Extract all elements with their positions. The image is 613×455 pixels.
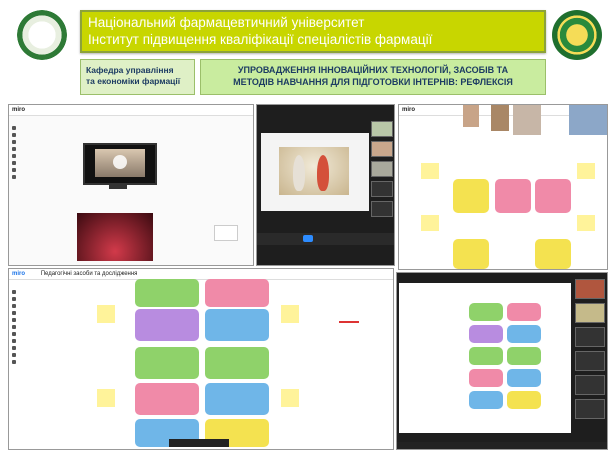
card-blue[interactable]	[205, 309, 269, 341]
topic-line-2: МЕТОДІВ НАВЧАННЯ ДЛЯ ПІДГОТОВКИ ІНТЕРНІВ…	[233, 77, 513, 87]
miro-left-toolbar-3	[11, 287, 17, 367]
card-green[interactable]	[135, 347, 199, 379]
department-line-2: та економіки фармації	[86, 76, 181, 86]
participant-tile[interactable]	[371, 201, 393, 217]
participant-tile[interactable]	[575, 303, 605, 323]
card-purple[interactable]	[135, 309, 199, 341]
shared-miro-board	[399, 283, 571, 433]
stage-image	[77, 213, 153, 261]
topic-box: УПРОВАДЖЕННЯ ІННОВАЦІЙНИХ ТЕХНОЛОГІЙ, ЗА…	[200, 59, 546, 95]
participant-tile[interactable]	[371, 141, 393, 157]
zoom-controls-bar	[257, 233, 394, 245]
participant-tile[interactable]	[575, 351, 605, 371]
screenshot-zoom-call	[256, 104, 395, 266]
screenshot-miro-video: miro	[8, 104, 254, 266]
participant-tile[interactable]	[575, 279, 605, 299]
card-yellow[interactable]	[453, 179, 489, 213]
minimap	[214, 225, 238, 241]
card-yellow[interactable]	[453, 239, 489, 269]
institute-logo-right	[552, 10, 602, 60]
participant-tile[interactable]	[575, 327, 605, 347]
participant-tile[interactable]	[575, 399, 605, 419]
university-logo-left	[17, 10, 67, 60]
card-yellow[interactable]	[535, 239, 571, 269]
participant-tile[interactable]	[371, 181, 393, 197]
board-title[interactable]: Педагогічні засоби та дослідження	[41, 271, 138, 277]
miro-toolbar: miro	[9, 105, 253, 116]
card-pink[interactable]	[135, 383, 199, 415]
share-screen-button[interactable]	[303, 235, 313, 242]
miro-logo-3: miro	[12, 271, 26, 277]
topic-line-1: УПРОВАДЖЕННЯ ІННОВАЦІЙНИХ ТЕХНОЛОГІЙ, ЗА…	[237, 65, 509, 75]
shared-screen	[261, 133, 369, 211]
recording-notice	[169, 439, 229, 447]
card-pink[interactable]	[495, 179, 531, 213]
title-banner: Національний фармацевтичний університет …	[80, 10, 546, 53]
card-green[interactable]	[135, 279, 199, 307]
card-blue[interactable]	[205, 383, 269, 415]
card-pink[interactable]	[205, 279, 269, 307]
participant-tile[interactable]	[371, 121, 393, 137]
miro-logo: miro	[12, 107, 26, 113]
participant-tile[interactable]	[371, 161, 393, 177]
card-green[interactable]	[205, 347, 269, 379]
department-box: Кафедра управління та економіки фармації	[80, 59, 195, 95]
screenshot-miro-zoom-dark	[396, 272, 608, 450]
screenshot-miro-board-top: miro	[398, 104, 608, 270]
department-line-1: Кафедра управління	[86, 65, 174, 75]
video-player[interactable]	[83, 143, 157, 185]
miro-left-toolbar	[11, 123, 17, 182]
participant-tile[interactable]	[575, 375, 605, 395]
play-icon[interactable]	[113, 155, 127, 169]
screenshot-miro-board-main: miro Педагогічні засоби та дослідження	[8, 268, 394, 450]
miro-toolbar-3: miro Педагогічні засоби та дослідження	[9, 269, 393, 280]
card-pink[interactable]	[535, 179, 571, 213]
university-name: Національний фармацевтичний університет	[88, 15, 365, 30]
windows-taskbar	[397, 442, 607, 449]
institute-name: Інститут підвищення кваліфікації спеціал…	[88, 32, 433, 47]
